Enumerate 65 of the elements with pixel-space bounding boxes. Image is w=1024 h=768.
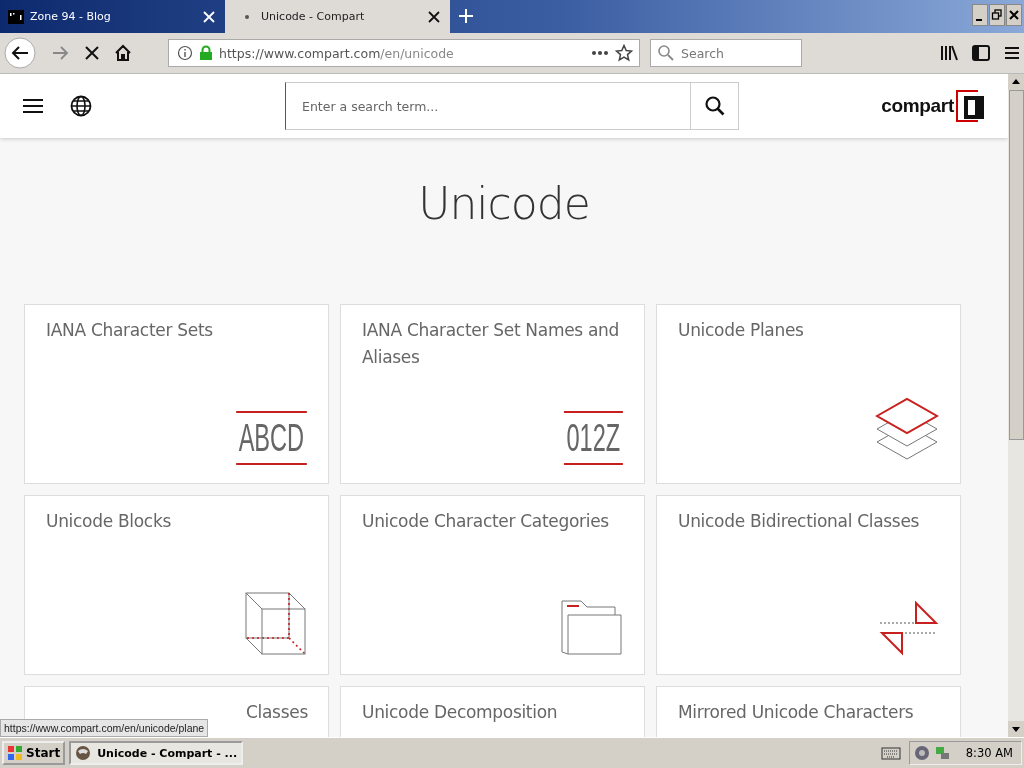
restore-icon[interactable] [989, 4, 1005, 26]
scroll-thumb[interactable] [1008, 90, 1024, 440]
loading-dot [245, 14, 249, 19]
scrollbar[interactable] [1008, 74, 1024, 737]
search-button[interactable] [691, 82, 739, 130]
character-sample: ABCD [236, 411, 307, 465]
search-icon [704, 96, 725, 116]
keyboard-icon[interactable] [880, 746, 901, 760]
browser-tab[interactable]: Unicode - Compart [225, 0, 450, 33]
network-icon[interactable] [933, 745, 950, 761]
clock: 8:30 AM [965, 746, 1013, 760]
info-icon [177, 45, 193, 61]
more-icon[interactable] [591, 50, 609, 56]
category-card[interactable]: Unicode Character Categories [340, 495, 645, 675]
card-title: Unicode Blocks [46, 510, 172, 533]
back-icon[interactable] [4, 37, 36, 69]
card-title: Unicode Character Categories [362, 510, 610, 533]
category-card[interactable]: IANA Character Set Names and Aliases 012Z [340, 304, 645, 484]
bidirectional-arrows-icon [879, 600, 939, 656]
menu-icon[interactable] [22, 98, 44, 114]
card-title: Unicode Planes [678, 319, 805, 342]
taskbar-button[interactable]: Unicode - Compart - ... [69, 741, 244, 765]
character-sample: 012Z [564, 411, 623, 465]
close-icon[interactable] [1006, 4, 1022, 26]
category-card[interactable]: Unicode Blocks [24, 495, 329, 675]
start-button[interactable]: Start [2, 741, 66, 765]
windows-logo-icon [7, 745, 23, 761]
card-title: Classes [245, 701, 307, 724]
globe-icon[interactable] [70, 95, 92, 117]
logo-text: compart [881, 95, 954, 117]
address-bar[interactable]: https://www.compart.com/en/unicode [168, 39, 640, 67]
category-card[interactable]: IANA Character Sets ABCD [24, 304, 329, 484]
url-tooltip: https://www.compart.com/en/unicode/plane [0, 719, 209, 737]
browser-icon [75, 745, 92, 761]
sidebar-icon[interactable] [972, 45, 990, 61]
category-card[interactable]: Unicode Bidirectional Classes [656, 495, 961, 675]
card-title: Unicode Bidirectional Classes [678, 510, 921, 533]
home-icon[interactable] [114, 44, 132, 62]
cube-icon [245, 592, 307, 656]
search-field[interactable]: Search [650, 39, 802, 67]
card-title: IANA Character Set Names and Aliases [362, 319, 621, 369]
search-field[interactable]: Enter a search term... [285, 82, 691, 130]
logo-mark-icon [956, 90, 986, 122]
category-card[interactable]: Mirrored Unicode Characters [656, 686, 961, 737]
category-card[interactable]: Unicode Planes [656, 304, 961, 484]
menu-icon[interactable] [1004, 46, 1020, 60]
search-icon [657, 44, 675, 62]
terminal-icon [8, 9, 24, 24]
url-text: https://www.compart.com/en/unicode [219, 45, 454, 61]
minimize-icon[interactable] [972, 4, 988, 26]
folder-icon [561, 600, 623, 656]
scroll-up-icon [1008, 74, 1024, 90]
close-icon[interactable] [428, 10, 440, 23]
page-title: Unicode [417, 178, 591, 231]
stop-icon[interactable] [84, 45, 100, 61]
card-title: IANA Character Sets [46, 319, 214, 342]
star-icon[interactable] [615, 44, 633, 62]
library-icon[interactable] [940, 45, 958, 61]
category-card[interactable]: Unicode Decomposition [340, 686, 645, 737]
card-title: Unicode Decomposition [362, 701, 559, 724]
new-tab-icon[interactable] [458, 8, 474, 24]
card-title: Mirrored Unicode Characters [678, 701, 915, 724]
logo[interactable]: compart [881, 90, 986, 122]
browser-tab[interactable]: Zone 94 - Blog [0, 0, 225, 33]
lock-icon [199, 45, 213, 61]
